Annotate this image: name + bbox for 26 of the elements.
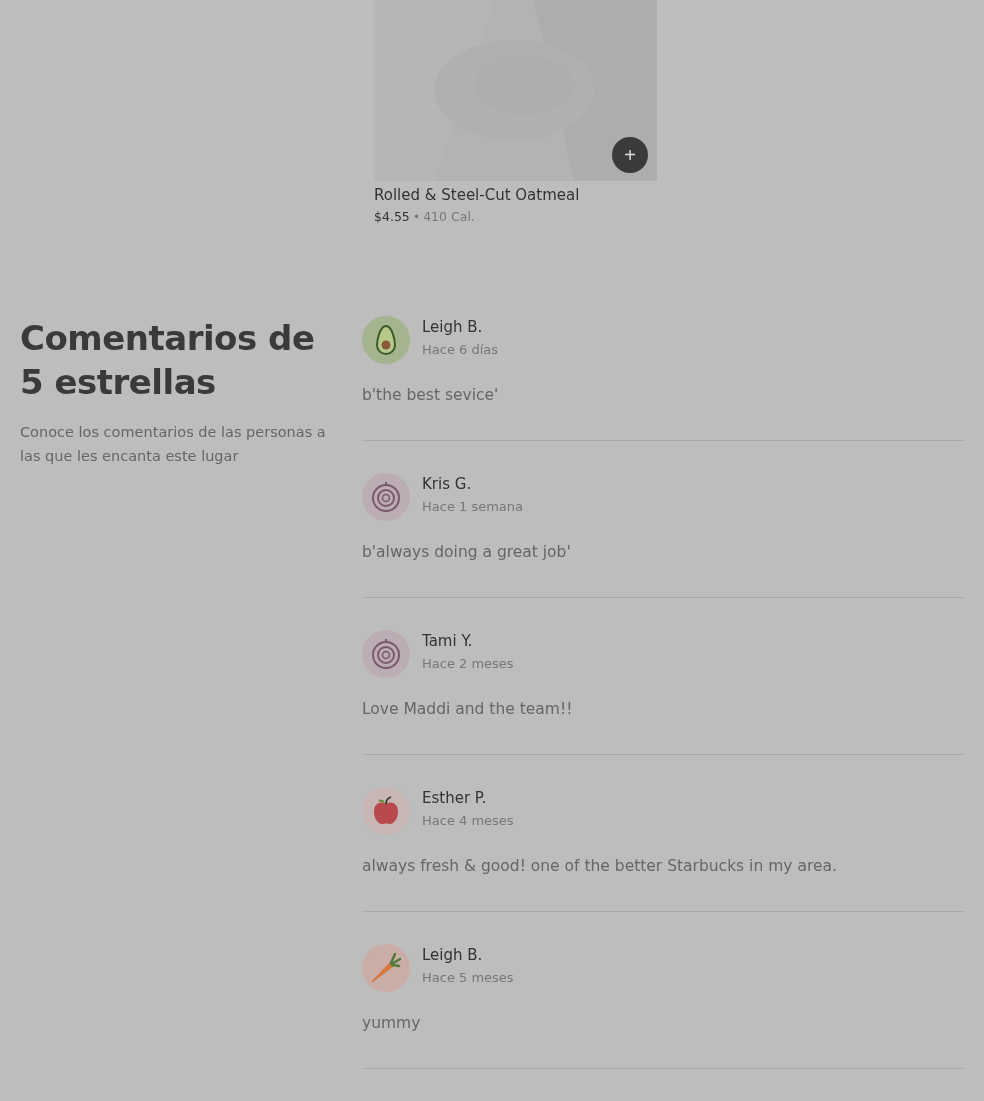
review-comment: b'always doing a great job' <box>362 542 572 563</box>
review-comment: Love Maddi and the team!! <box>362 699 574 720</box>
reviewer-name: Leigh B. <box>422 946 484 964</box>
onion-icon <box>371 481 401 513</box>
reviewer-name: Esther P. <box>422 789 488 807</box>
section-title: Comentarios de 5 estrellas <box>20 317 316 404</box>
item-calories: 410 Cal. <box>423 209 475 224</box>
review-comment: yummy <box>362 1013 422 1034</box>
review-time: Hace 6 días <box>422 342 499 357</box>
section-description: Conoce los comentarios de las personas a las que les encanta este lugar <box>20 423 327 466</box>
reviewer-name: Kris G. <box>422 475 473 493</box>
reviewer-name: Tami Y. <box>422 632 474 650</box>
review-comment: b'the best sevice' <box>362 385 500 406</box>
apple-icon <box>372 796 400 826</box>
review-comment: always fresh & good! one of the better Starbucks in my area. <box>362 856 838 877</box>
item-price: $4.55 <box>374 209 410 224</box>
reviewer-name: Leigh B. <box>422 318 484 336</box>
item-name: Rolled & Steel-Cut Oatmeal <box>374 186 581 204</box>
review-time: Hace 5 meses <box>422 970 514 985</box>
avocado-icon <box>374 324 398 356</box>
review-time: Hace 4 meses <box>422 813 514 828</box>
onion-icon <box>371 638 401 670</box>
review-time: Hace 2 meses <box>422 656 514 671</box>
review-time: Hace 1 semana <box>422 499 524 514</box>
separator: • <box>412 209 421 224</box>
carrot-icon <box>370 953 402 983</box>
